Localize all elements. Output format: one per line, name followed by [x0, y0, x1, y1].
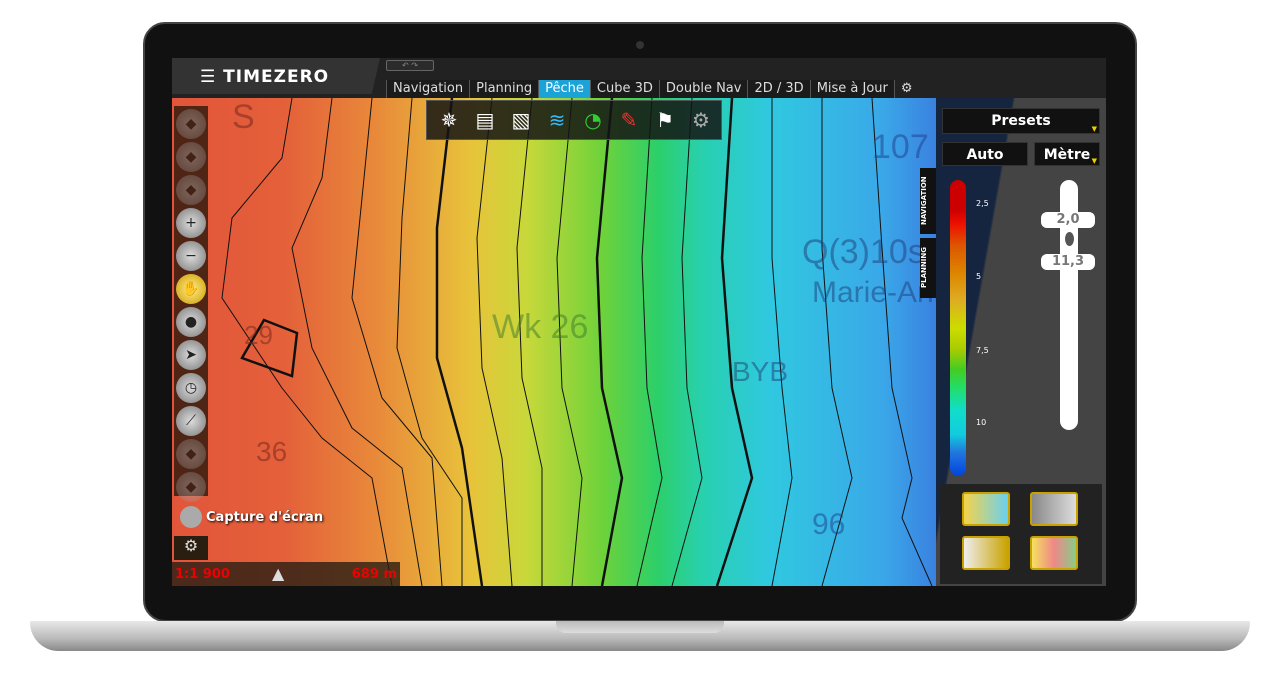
route-pen-icon[interactable]: ✎ — [613, 104, 645, 136]
auto-button[interactable]: Auto — [942, 142, 1028, 166]
logo-text: TIMEZERO — [223, 67, 330, 87]
tab-2d-3d[interactable]: 2D / 3D — [747, 80, 810, 98]
map-label: BYB — [732, 356, 789, 387]
toolbar-settings-icon[interactable]: ⚙ — [174, 536, 208, 560]
range-max-handle[interactable]: 11,3 — [1041, 254, 1095, 270]
tab-mise-a-jour[interactable]: Mise à Jour — [809, 80, 894, 98]
map-label: 29 — [244, 320, 273, 350]
palette-presets — [940, 484, 1102, 584]
unit-label: Mètre — [1043, 147, 1091, 163]
scale-label: 2,5 — [976, 199, 989, 208]
scale-label: 7,5 — [976, 346, 989, 355]
map-label: 107 — [872, 128, 929, 166]
depth-shading-panel: NAVIGATION PLANNING Presets ▼ Auto Mètre ▼… — [920, 98, 1106, 586]
screenshot-button[interactable]: Capture d'écran — [180, 506, 323, 528]
fishing-toolbar: ✵ ▤ ▧ ≋ ◔ ✎ ⚑ ⚙ — [426, 100, 722, 140]
scale-label: 10 — [976, 418, 987, 427]
palette-thumb[interactable] — [1030, 492, 1078, 526]
chart-overlay-icon[interactable]: ▧ — [505, 104, 537, 136]
scale-label: 5 — [976, 272, 982, 281]
gauge-icon[interactable]: ◷ — [176, 373, 206, 403]
screenshot-label: Capture d'écran — [206, 509, 324, 525]
flags-icon[interactable]: ⚑ — [649, 104, 681, 136]
pan-hand-icon[interactable]: ✋ — [176, 274, 206, 304]
workspace-tabs: Navigation Planning Pêche Cube 3D Double… — [386, 80, 919, 98]
settings-gears-icon[interactable]: ⚙ — [685, 104, 717, 136]
palette-thumb[interactable] — [1030, 536, 1078, 570]
fishing-target-icon[interactable]: ◔ — [577, 104, 609, 136]
sonar-icon[interactable]: ≋ — [541, 104, 573, 136]
scale-bar: 1:1 900 ▲ 689 m — [172, 562, 400, 586]
disabled-tool-icon: ◆ — [176, 439, 206, 469]
screen: S 29 36 Wk 26 Q(3)10s Marie-Anne BYB 107… — [172, 58, 1106, 586]
cursor-icon[interactable]: ➤ — [176, 340, 206, 370]
depth-color-scale — [950, 180, 966, 476]
unit-dropdown[interactable]: Mètre ▼ — [1034, 142, 1100, 166]
tab-navigation[interactable]: Navigation — [386, 80, 470, 98]
tab-peche[interactable]: Pêche — [538, 80, 590, 98]
map-label: Wk 26 — [492, 308, 589, 346]
tab-cube-3d[interactable]: Cube 3D — [589, 80, 659, 98]
presets-label: Presets — [991, 113, 1051, 129]
map-label: S — [232, 98, 255, 136]
presets-dropdown[interactable]: Presets ▼ — [942, 108, 1100, 134]
laptop-notch — [556, 621, 724, 633]
tab-settings-icon[interactable]: ⚙ — [893, 80, 919, 98]
layer-tool-icon[interactable]: ◆ — [176, 142, 206, 172]
map-label: 96 — [812, 508, 846, 541]
app-menu-logo[interactable]: ☰ TIMEZERO — [172, 58, 380, 94]
range-center-handle[interactable] — [1065, 232, 1074, 246]
map-label: Q(3)10s — [802, 233, 925, 271]
ruler-icon[interactable]: ⟋ — [176, 406, 206, 436]
zoom-in-icon[interactable]: + — [176, 208, 206, 238]
disabled-tool-icon: ◆ — [176, 472, 206, 502]
camera — [636, 41, 644, 49]
layer-tool-icon[interactable]: ◆ — [176, 175, 206, 205]
layer-tool-icon[interactable]: ◆ — [176, 109, 206, 139]
scale-ratio: 1:1 900 — [175, 567, 230, 582]
camera-icon — [180, 506, 202, 528]
left-toolbar: ◆ ◆ ◆ + − ✋ ● ➤ ◷ ⟋ ◆ ◆ — [174, 106, 208, 502]
map-label: 36 — [256, 436, 288, 467]
north-arrow-icon[interactable]: ▲ — [272, 564, 284, 583]
palette-thumb[interactable] — [962, 536, 1010, 570]
undo-redo-buttons[interactable]: ↶ ↷ — [386, 60, 434, 71]
scale-distance: 689 m — [351, 567, 397, 582]
compass-rose-icon[interactable]: ✵ — [433, 104, 465, 136]
palette-thumb[interactable] — [962, 492, 1010, 526]
tab-planning[interactable]: Planning — [469, 80, 539, 98]
charts-layers-icon[interactable]: ▤ — [469, 104, 501, 136]
center-icon[interactable]: ● — [176, 307, 206, 337]
range-min-handle[interactable]: 2,0 — [1041, 212, 1095, 228]
tab-double-nav[interactable]: Double Nav — [658, 80, 748, 98]
zoom-out-icon[interactable]: − — [176, 241, 206, 271]
dropdown-arrow-icon: ▼ — [1091, 157, 1097, 165]
side-tab-navigation[interactable]: NAVIGATION — [920, 168, 936, 234]
dropdown-arrow-icon: ▼ — [1091, 125, 1097, 133]
side-tab-planning[interactable]: PLANNING — [920, 238, 936, 298]
